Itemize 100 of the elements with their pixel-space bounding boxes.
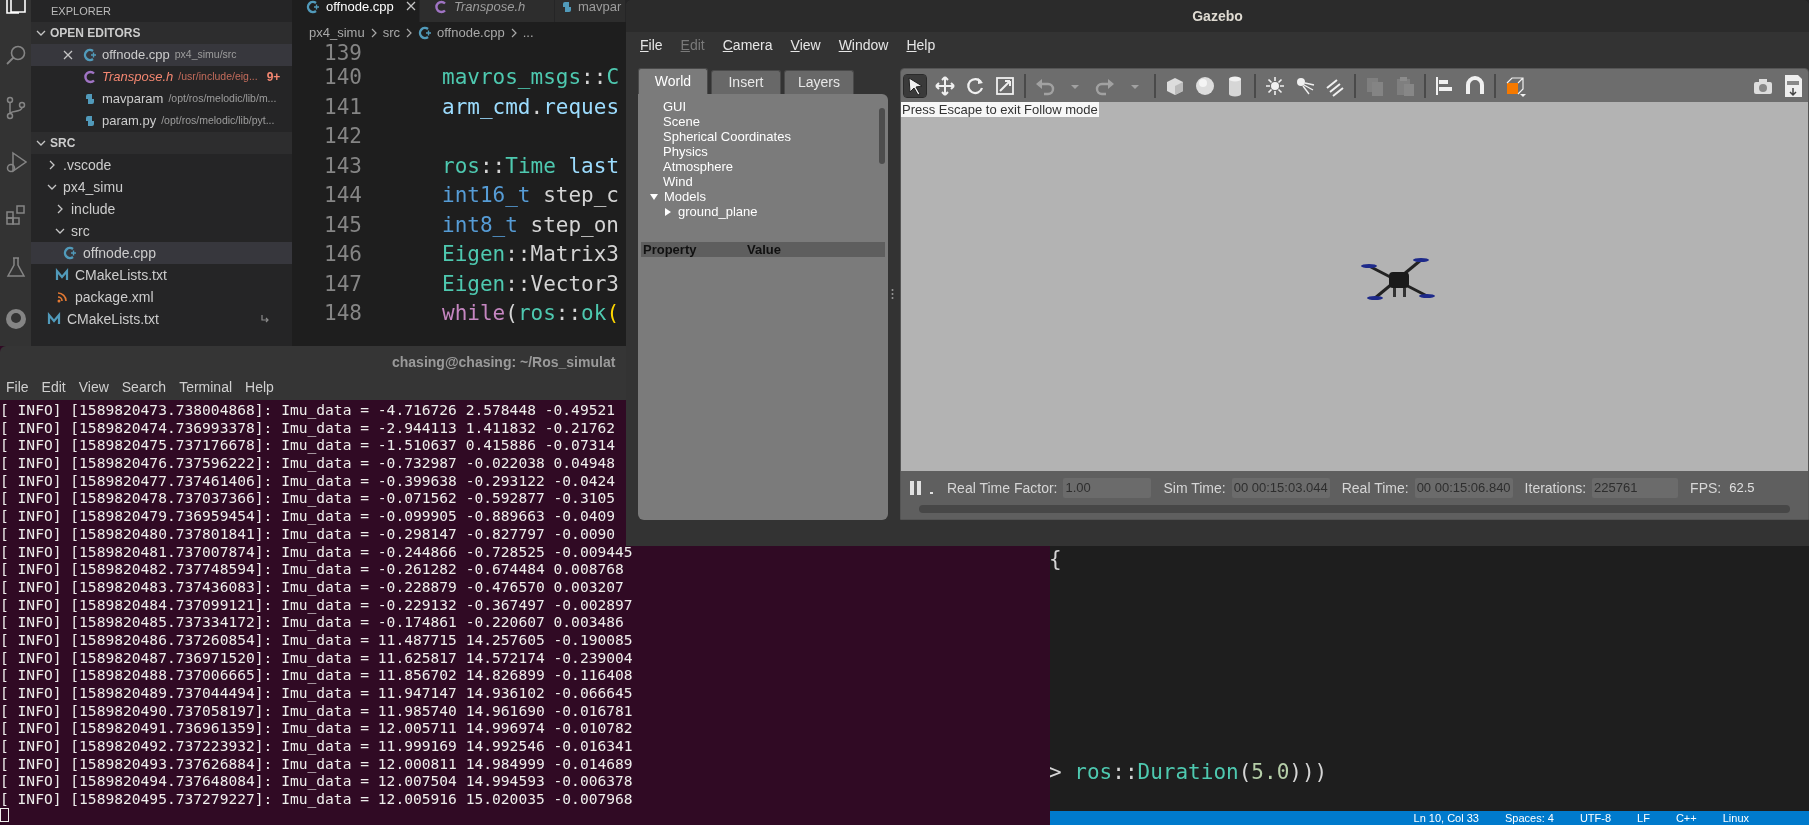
chevron-down-icon[interactable] — [55, 226, 65, 236]
chevron-down-icon[interactable] — [36, 138, 46, 148]
menu-item[interactable]: Terminal — [179, 377, 233, 398]
terminal-line: [ INFO] [1589820474.736993378]: Imu_data = -2.944113 1.411832 -0.21762 — [0, 418, 616, 437]
menu-item[interactable]: Camera — [722, 34, 773, 56]
menu-item[interactable]: View — [78, 377, 109, 398]
tree-item[interactable]: Physics — [638, 144, 888, 159]
tree-item[interactable]: .vscode — [31, 154, 292, 176]
status-item[interactable]: Spaces: 4 — [1504, 812, 1554, 824]
run-debug-icon[interactable] — [4, 150, 27, 174]
chevron-down-icon[interactable] — [47, 182, 57, 192]
terminal-line: [ INFO] [1589820478.737037366]: Imu_data = -0.071562 -0.592877 -0.3105 — [0, 489, 616, 508]
terminal-line: [ INFO] [1589820477.737461406]: Imu_data = -0.399638 -0.293122 -0.0424 — [0, 471, 616, 490]
close-icon[interactable] — [63, 50, 73, 60]
chevron-right-icon[interactable] — [47, 160, 57, 170]
terminal-line: [ INFO] [1589820493.737626884]: Imu_data = 12.000811 14.984999 -0.014689 — [0, 754, 633, 773]
open-editor-item[interactable]: mavparam /opt/ros/melodic/lib/m... — [31, 88, 292, 110]
terminal-line: [ INFO] [1589820481.737007874]: Imu_data = -0.244866 -0.728525 -0.009445 — [0, 542, 633, 561]
status-item[interactable]: UTF-8 — [1579, 812, 1612, 824]
scale-icon[interactable] — [994, 74, 1016, 97]
terminal-line: [ INFO] [1589820476.737596222]: Imu_data = -0.732987 -0.022038 0.04948 — [0, 454, 616, 472]
menu-item[interactable]: File — [640, 34, 663, 56]
menu-item[interactable]: Edit — [41, 377, 66, 398]
sun-light-icon[interactable] — [1264, 74, 1286, 97]
symlink-icon — [260, 314, 270, 324]
sphere-icon[interactable] — [1194, 74, 1216, 97]
tree-item[interactable]: src — [31, 220, 292, 242]
status-item[interactable]: C++ — [1675, 812, 1697, 824]
breadcrumb-item[interactable]: px4_simu — [309, 23, 365, 43]
view-angle-icon[interactable] — [1504, 74, 1526, 97]
open-editor-item[interactable]: param.py /opt/ros/melodic/lib/pyt... — [31, 110, 292, 132]
panel-tab[interactable]: World — [638, 68, 708, 94]
tree-item[interactable]: offnode.cpp — [31, 242, 292, 264]
editor-tab[interactable]: offnode.cpp — [292, 0, 420, 22]
python-file-icon — [83, 92, 97, 106]
file-name: offnode.cpp — [83, 243, 156, 263]
log-download-icon[interactable] — [1782, 72, 1804, 99]
tree-item[interactable]: GUI — [638, 99, 888, 114]
line-number: 139 — [323, 40, 362, 67]
breadcrumb-item[interactable]: src — [382, 23, 400, 43]
rss-file-icon — [55, 290, 69, 304]
magnet-icon[interactable] — [1464, 74, 1486, 97]
pause-icon[interactable] — [909, 479, 923, 497]
tree-item[interactable]: CMakeLists.txt — [31, 308, 292, 330]
open-editor-item[interactable]: offnode.cpp px4_simu/src — [31, 44, 292, 66]
tree-item[interactable]: px4_simu — [31, 176, 292, 198]
tree-item[interactable]: package.xml — [31, 286, 292, 308]
stat-field: 62.5 — [1727, 478, 1757, 498]
chevron-right-icon[interactable] — [55, 204, 65, 214]
line-number: 143 — [323, 152, 362, 180]
panel-tab[interactable]: Layers — [784, 70, 854, 94]
stat-field: 1.00 — [1063, 478, 1152, 498]
tree-item[interactable]: Spherical Coordinates — [638, 129, 888, 144]
menu-item[interactable]: Help — [245, 377, 274, 398]
menu-item[interactable]: View — [790, 34, 821, 56]
breadcrumb-item[interactable]: offnode.cpp — [437, 23, 505, 43]
panel-tab[interactable]: Insert — [711, 70, 781, 94]
tree-item[interactable]: Models — [638, 189, 888, 204]
editor-tab[interactable]: Transpose.h — [420, 0, 555, 22]
tree-item[interactable]: CMakeLists.txt — [31, 264, 292, 286]
line-number: 148 — [323, 300, 362, 327]
code-line: mavros_msgs::C — [442, 64, 620, 91]
chevron-right-icon — [405, 28, 413, 38]
extensions-icon[interactable] — [4, 204, 27, 226]
tree-item[interactable]: Atmosphere — [638, 159, 888, 174]
tree-item[interactable]: include — [31, 198, 292, 220]
close-icon[interactable] — [405, 1, 416, 11]
scrollbar-thumb[interactable] — [879, 108, 885, 164]
status-item[interactable]: Ln 10, Col 33 — [1413, 812, 1479, 824]
tree-item[interactable]: Wind — [638, 174, 888, 189]
flask-icon[interactable] — [4, 256, 27, 278]
editor-tab[interactable]: mavpar — [555, 0, 626, 22]
search-icon[interactable] — [4, 44, 27, 66]
tree-item[interactable]: Scene — [638, 114, 888, 129]
status-item[interactable]: LF — [1637, 812, 1650, 824]
menu-item[interactable]: Window — [838, 34, 889, 56]
scrollbar-thumb[interactable] — [919, 505, 1790, 513]
menu-item[interactable]: File — [6, 377, 29, 398]
section-header[interactable]: SRC — [31, 132, 292, 154]
c-file-icon — [434, 0, 448, 14]
line-number: 140 — [323, 64, 362, 91]
terminal-line: [ INFO] [1589820494.737648084]: Imu_data = 12.007504 14.994593 -0.006378 — [0, 772, 633, 791]
menu-item[interactable]: Help — [906, 34, 936, 56]
column-header: Value — [746, 242, 782, 257]
menu-item[interactable]: Search — [121, 377, 167, 398]
source-control-icon[interactable] — [4, 96, 27, 120]
terminal-line: [ INFO] [1589820486.737260854]: Imu_data = 11.487715 14.257605 -0.190085 — [0, 630, 633, 649]
status-item[interactable]: Linux — [1722, 812, 1749, 824]
move-arrows-icon[interactable] — [934, 74, 956, 97]
cpp-file-icon — [83, 48, 97, 62]
terminal-line: [ INFO] [1589820479.736959454]: Imu_data = -0.099905 -0.889663 -0.0409 — [0, 507, 616, 525]
chevron-down-icon[interactable] — [36, 28, 46, 38]
breadcrumb-item[interactable]: ... — [522, 23, 534, 43]
code-line: arm_cmd.reques — [442, 93, 620, 121]
section-header[interactable]: OPEN EDITORS — [31, 22, 292, 44]
splitter-handle-icon[interactable] — [891, 288, 894, 300]
open-editor-item[interactable]: Transpose.h /usr/include/eig... 9+ — [31, 66, 292, 88]
tree-item[interactable]: ground_plane — [638, 204, 888, 219]
line-number: 142 — [323, 123, 362, 150]
terminal-line: [ INFO] [1589820488.737006665]: Imu_data = 11.856702 14.826899 -0.116408 — [0, 666, 633, 684]
